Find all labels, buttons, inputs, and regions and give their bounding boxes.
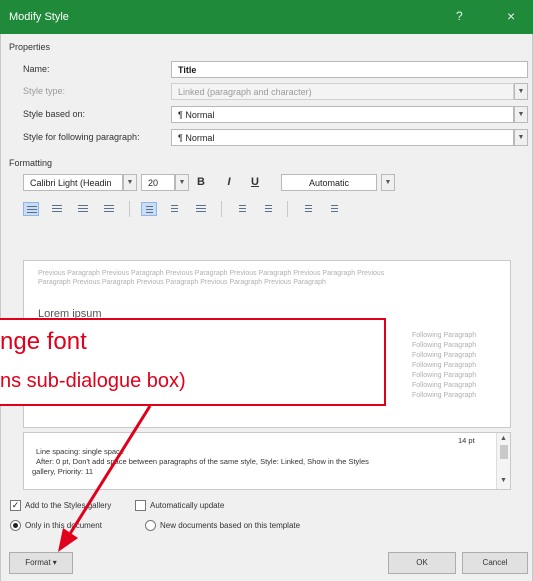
arrow-head — [58, 528, 78, 552]
arrow-shaft — [66, 405, 152, 538]
annotation-arrow — [58, 405, 152, 552]
